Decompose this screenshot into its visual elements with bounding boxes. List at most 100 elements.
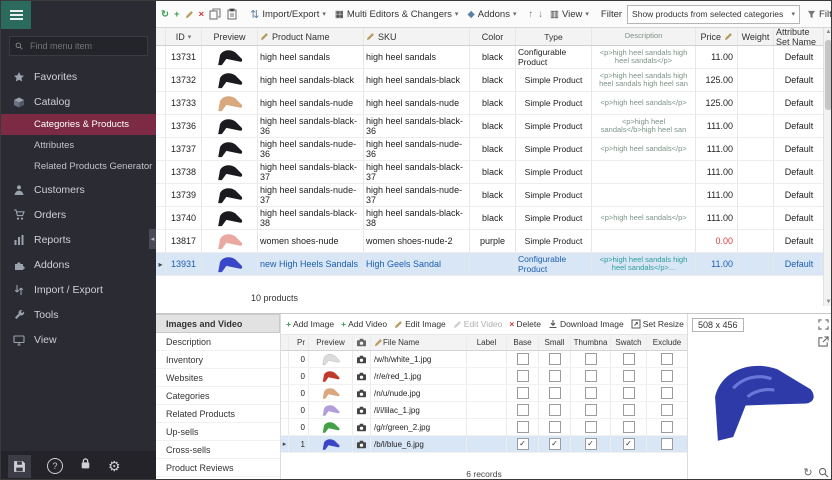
sidebar-collapse-handle[interactable]: ◂ bbox=[149, 229, 156, 249]
add-product-button[interactable]: + bbox=[174, 6, 180, 22]
sidebar-item-orders[interactable]: Orders bbox=[1, 202, 156, 227]
table-row[interactable]: 13817 women shoes-nude women shoes-nude-… bbox=[156, 230, 824, 253]
addons-menu[interactable]: ◆ Addons▾ bbox=[465, 7, 518, 22]
tab-related-products[interactable]: Related Products bbox=[156, 405, 280, 423]
sidebar-item-attributes[interactable]: Attributes bbox=[1, 135, 156, 156]
sidebar-item-reports[interactable]: Reports bbox=[1, 227, 156, 252]
sidebar-item-categories-products[interactable]: Categories & Products bbox=[1, 114, 156, 135]
table-row[interactable]: 13736 high heel sandals-black-36 high he… bbox=[156, 115, 824, 138]
checkbox-thumbnail[interactable] bbox=[585, 404, 597, 416]
checkbox-swatch[interactable] bbox=[623, 387, 635, 399]
checkbox-small[interactable] bbox=[549, 370, 561, 382]
paste-button[interactable] bbox=[226, 6, 238, 22]
tab-inventory[interactable]: Inventory bbox=[156, 351, 280, 369]
multi-editors-menu[interactable]: ▦ Multi Editors & Changers▾ bbox=[333, 7, 461, 22]
checkbox-base[interactable] bbox=[517, 438, 529, 450]
archive-button[interactable] bbox=[8, 455, 31, 478]
table-row[interactable]: 13737 high heel sandals-nude-36 high hee… bbox=[156, 138, 824, 161]
delete-image-button[interactable]: ×Delete bbox=[509, 319, 541, 329]
images-grid-header[interactable]: Pr Preview File Name Label Base Small Th… bbox=[281, 335, 687, 351]
open-external-button[interactable] bbox=[816, 334, 830, 348]
scroll-up-arrow[interactable]: ▲ bbox=[826, 28, 832, 36]
sidebar-item-customers[interactable]: Customers bbox=[1, 177, 156, 202]
checkbox-thumbnail[interactable] bbox=[585, 353, 597, 365]
rotate-button[interactable]: ↻ bbox=[801, 465, 815, 479]
checkbox-thumbnail[interactable] bbox=[585, 438, 597, 450]
checkbox-small[interactable] bbox=[549, 421, 561, 433]
settings-gear-button[interactable]: ⚙ bbox=[108, 458, 121, 475]
sort-asc-button[interactable]: ↑ bbox=[529, 6, 534, 22]
checkbox-exclude[interactable] bbox=[661, 353, 673, 365]
checkbox-base[interactable] bbox=[517, 404, 529, 416]
checkbox-swatch[interactable] bbox=[623, 370, 635, 382]
tab-websites[interactable]: Websites bbox=[156, 369, 280, 387]
tab-categories[interactable]: Categories bbox=[156, 387, 280, 405]
sidebar-item-tools[interactable]: Tools bbox=[1, 302, 156, 327]
image-row-selected[interactable]: 1 /b/l/blue_6.jpg bbox=[281, 436, 687, 453]
edit-video-button[interactable]: Edit Video bbox=[453, 319, 503, 329]
checkbox-small[interactable] bbox=[549, 438, 561, 450]
lock-button[interactable] bbox=[79, 457, 92, 475]
table-row-selected[interactable]: 13931 new High Heels Sandals High Geels … bbox=[156, 253, 824, 276]
checkbox-base[interactable] bbox=[517, 421, 529, 433]
checkbox-swatch[interactable] bbox=[623, 421, 635, 433]
checkbox-thumbnail[interactable] bbox=[585, 370, 597, 382]
tab-product-reviews[interactable]: Product Reviews bbox=[156, 459, 280, 477]
tab-cross-sells[interactable]: Cross-sells bbox=[156, 441, 280, 459]
import-export-menu[interactable]: ⇅ Import/Export▾ bbox=[248, 6, 328, 23]
delete-button[interactable]: × bbox=[199, 6, 205, 22]
sidebar-item-favorites[interactable]: Favorites bbox=[1, 64, 156, 89]
sidebar-item-catalog[interactable]: Catalog bbox=[1, 89, 156, 114]
checkbox-small[interactable] bbox=[549, 404, 561, 416]
checkbox-swatch[interactable] bbox=[623, 404, 635, 416]
checkbox-exclude[interactable] bbox=[661, 438, 673, 450]
tab-up-sells[interactable]: Up-sells bbox=[156, 423, 280, 441]
tab-description[interactable]: Description bbox=[156, 333, 280, 351]
checkbox-exclude[interactable] bbox=[661, 404, 673, 416]
sort-desc-button[interactable]: ↓ bbox=[538, 6, 543, 22]
filter-dropdown[interactable]: Show products from selected categories▾ bbox=[627, 5, 800, 24]
image-row[interactable]: 0 /r/e/red_1.jpg bbox=[281, 368, 687, 385]
refresh-button[interactable]: ↻ bbox=[161, 6, 169, 22]
checkbox-small[interactable] bbox=[549, 353, 561, 365]
set-resize-rule-button[interactable]: Set Resize Rule▾ bbox=[631, 319, 687, 329]
sidebar-item-import-export[interactable]: Import / Export bbox=[1, 277, 156, 302]
vertical-scrollbar[interactable]: ▲ ▼ bbox=[823, 28, 832, 306]
grid-header[interactable]: ID▾ Preview Product Name SKU Color Type … bbox=[156, 28, 824, 46]
checkbox-exclude[interactable] bbox=[661, 421, 673, 433]
fullscreen-button[interactable] bbox=[816, 317, 830, 331]
view-menu[interactable]: ▥ View▾ bbox=[548, 7, 591, 22]
checkbox-base[interactable] bbox=[517, 370, 529, 382]
table-row[interactable]: 13739 high heel sandals-nude-37 high hee… bbox=[156, 184, 824, 207]
checkbox-swatch[interactable] bbox=[623, 438, 635, 450]
checkbox-thumbnail[interactable] bbox=[585, 421, 597, 433]
add-video-button[interactable]: +Add Video bbox=[341, 319, 387, 329]
image-row[interactable]: 0 /n/u/nude.jpg bbox=[281, 385, 687, 402]
table-row[interactable]: 13731 high heel sandals high heel sandal… bbox=[156, 46, 824, 69]
hamburger-menu-button[interactable] bbox=[1, 1, 31, 29]
scroll-down-arrow[interactable]: ▼ bbox=[826, 298, 832, 306]
copy-button[interactable] bbox=[209, 6, 221, 22]
checkbox-base[interactable] bbox=[517, 353, 529, 365]
table-row[interactable]: 13738 high heel sandals-black-37 high he… bbox=[156, 161, 824, 184]
search-input[interactable] bbox=[28, 40, 142, 52]
help-button[interactable]: ? bbox=[47, 458, 63, 474]
image-row[interactable]: 0 /g/r/green_2.jpg bbox=[281, 419, 687, 436]
download-image-button[interactable]: Download Image bbox=[548, 319, 624, 329]
add-image-button[interactable]: +Add Image bbox=[286, 319, 334, 329]
zoom-button[interactable] bbox=[816, 465, 830, 479]
table-row[interactable]: 13740 high heel sandals-black-38 high he… bbox=[156, 207, 824, 230]
checkbox-exclude[interactable] bbox=[661, 387, 673, 399]
image-row[interactable]: 0 /w/h/white_1.jpg bbox=[281, 351, 687, 368]
image-row[interactable]: 0 /l/i/lilac_1.jpg bbox=[281, 402, 687, 419]
filters-button[interactable]: Filters▾ bbox=[805, 7, 832, 22]
sidebar-item-addons[interactable]: Addons bbox=[1, 252, 156, 277]
table-row[interactable]: 13732 high heel sandals-black high heel … bbox=[156, 69, 824, 92]
edit-button[interactable] bbox=[185, 6, 194, 22]
checkbox-swatch[interactable] bbox=[623, 353, 635, 365]
edit-image-button[interactable]: Edit Image bbox=[394, 319, 446, 329]
sidebar-item-view[interactable]: View bbox=[1, 327, 156, 352]
checkbox-small[interactable] bbox=[549, 387, 561, 399]
checkbox-exclude[interactable] bbox=[661, 370, 673, 382]
checkbox-thumbnail[interactable] bbox=[585, 387, 597, 399]
